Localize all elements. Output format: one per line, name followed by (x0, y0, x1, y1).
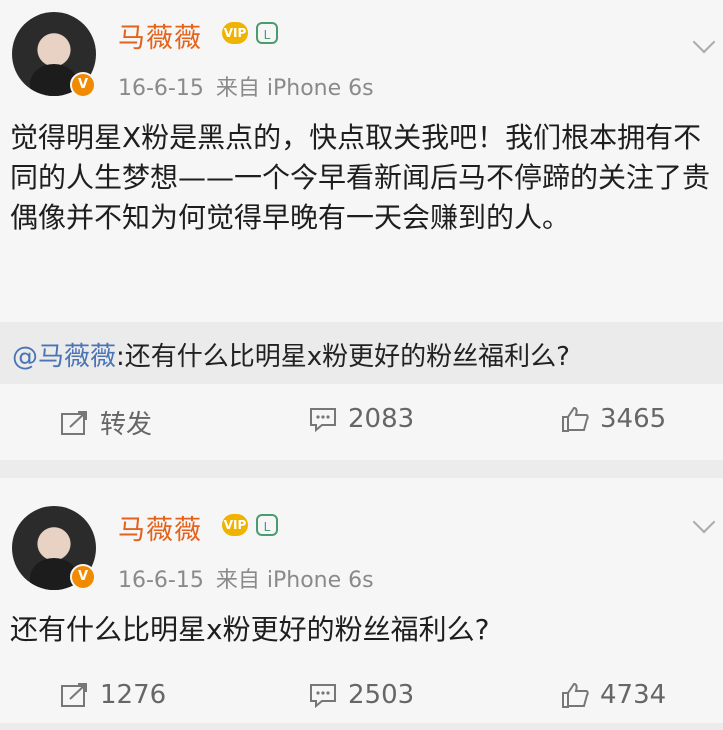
post-meta: 16-6-15 来自 iPhone 6s (118, 562, 386, 594)
comment-icon (308, 405, 338, 433)
post-source: 来自 iPhone 6s (215, 76, 374, 101)
like-count: 4734 (600, 680, 667, 710)
repost-box[interactable]: @马薇薇:还有什么比明星x粉更好的粉丝福利么? (0, 322, 723, 384)
weibo-feed: V 马薇薇 VIP L 16-6-15 来自 iPhone 6s 觉得明星X粉是黑… (0, 0, 723, 723)
post-actions: 转发 2083 3465 (0, 398, 723, 454)
share-button[interactable]: 1276 (60, 680, 166, 710)
like-button[interactable]: 3465 (560, 404, 666, 434)
level-badge-icon: L (256, 514, 278, 536)
weibo-post: V 马薇薇 VIP L 16-6-15 来自 iPhone 6s 还有什么比明星x… (0, 478, 723, 723)
repost-text: @马薇薇:还有什么比明星x粉更好的粉丝福利么? (12, 336, 570, 373)
comment-icon (308, 681, 338, 709)
author-name[interactable]: 马薇薇 (118, 508, 202, 547)
share-icon (60, 681, 90, 709)
mention-link[interactable]: @马薇薇 (12, 342, 116, 372)
comment-count: 2083 (348, 404, 415, 434)
verified-badge: V (70, 564, 96, 590)
comment-count: 2503 (348, 680, 415, 710)
timestamp: 16-6-15 (118, 568, 204, 593)
repost-content: :还有什么比明星x粉更好的粉丝福利么? (116, 342, 570, 372)
post-text: 觉得明星X粉是黑点的，快点取关我吧！我们根本拥有不同的人生梦想——一个今早看新闻… (10, 121, 711, 234)
comment-button[interactable]: 2083 (308, 404, 414, 434)
share-button[interactable]: 转发 (60, 404, 152, 441)
like-button[interactable]: 4734 (560, 680, 666, 710)
chevron-down-icon[interactable] (692, 30, 716, 54)
like-count: 3465 (600, 404, 667, 434)
comment-button[interactable]: 2503 (308, 680, 414, 710)
vip-crown-icon: VIP (222, 22, 248, 44)
post-actions: 1276 2503 4734 (0, 674, 723, 730)
author-name[interactable]: 马薇薇 (118, 16, 202, 55)
post-meta: 16-6-15 来自 iPhone 6s (118, 70, 386, 102)
vip-crown-icon: VIP (222, 514, 248, 536)
weibo-post: V 马薇薇 VIP L 16-6-15 来自 iPhone 6s 觉得明星X粉是黑… (0, 0, 723, 460)
chevron-down-icon[interactable] (692, 510, 716, 534)
share-label: 转发 (100, 410, 153, 440)
share-count: 1276 (100, 680, 167, 710)
share-icon (60, 409, 90, 437)
post-text: 还有什么比明星x粉更好的粉丝福利么? (10, 613, 490, 646)
like-icon (560, 681, 590, 709)
verified-badge: V (70, 72, 96, 98)
timestamp: 16-6-15 (118, 76, 204, 101)
like-icon (560, 405, 590, 433)
post-source: 来自 iPhone 6s (215, 568, 374, 593)
level-badge-icon: L (256, 22, 278, 44)
